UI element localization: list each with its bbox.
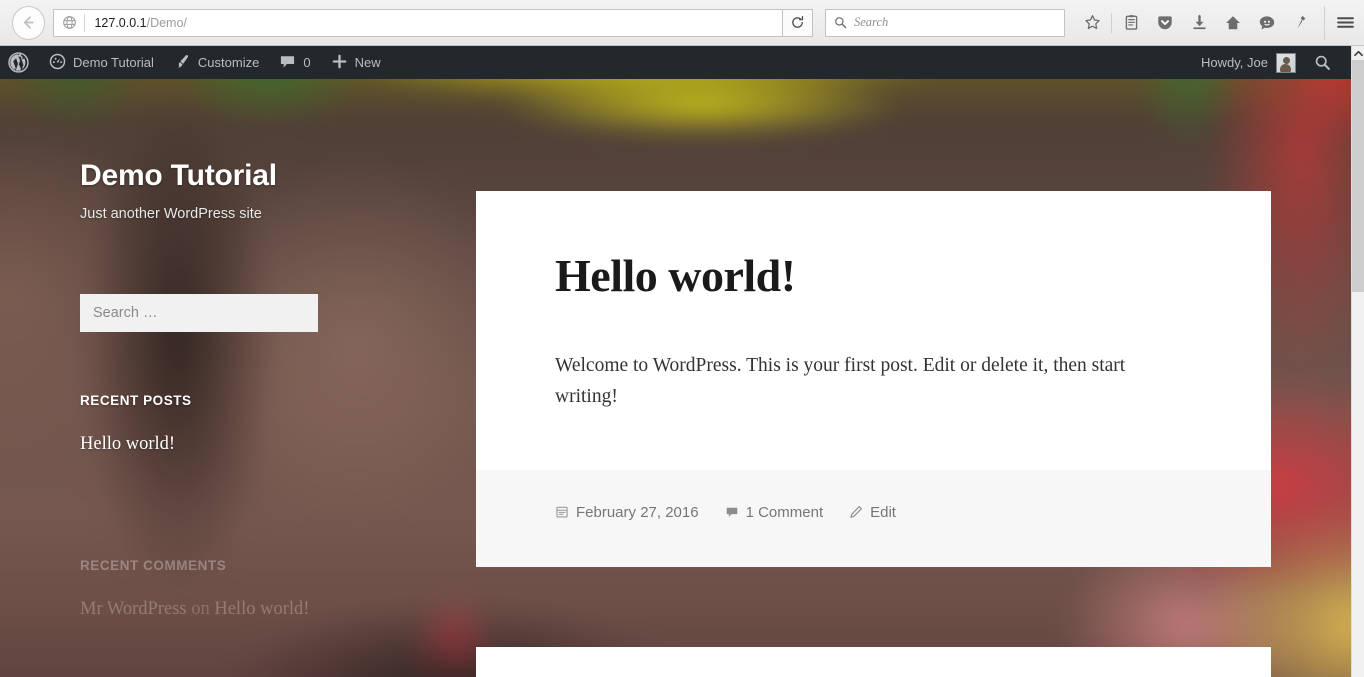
search-icon — [1315, 55, 1330, 70]
scrollbar-thumb[interactable] — [1352, 60, 1364, 292]
wp-admin-bar: Demo Tutorial Customize 0 New Howdy, Joe — [0, 46, 1351, 79]
search-input[interactable] — [80, 294, 318, 332]
page-scrollbar[interactable] — [1351, 46, 1364, 677]
post-comments-link[interactable]: 1 Comment — [725, 503, 824, 521]
admin-bar-site-name[interactable]: Demo Tutorial — [39, 46, 164, 79]
chevron-up-icon — [1354, 50, 1363, 56]
url-path: /Demo/ — [146, 15, 187, 30]
wordpress-logo-icon — [8, 52, 29, 73]
site-title[interactable]: Demo Tutorial — [80, 159, 420, 193]
admin-bar-wp-logo[interactable] — [0, 46, 39, 79]
post-edit-text: Edit — [870, 503, 896, 521]
site-content: Demo Tutorial Just another WordPress sit… — [0, 79, 1351, 677]
admin-bar-comments[interactable]: 0 — [269, 46, 320, 79]
dashboard-icon — [49, 53, 66, 73]
hamburger-menu-icon[interactable] — [1324, 5, 1358, 40]
bookmark-star-icon[interactable] — [1075, 6, 1109, 40]
post-date-text: February 27, 2016 — [576, 503, 699, 521]
card-spacer — [476, 567, 1271, 647]
post-date-link[interactable]: February 27, 2016 — [555, 504, 699, 521]
search-widget — [80, 294, 420, 332]
comment-bubble-icon — [279, 53, 296, 73]
admin-bar-new-label: New — [354, 55, 381, 70]
main-content: Hello world! Welcome to WordPress. This … — [476, 191, 1271, 677]
search-icon — [834, 16, 847, 29]
chat-icon[interactable] — [1250, 6, 1284, 40]
reader-list-icon[interactable] — [1114, 6, 1148, 40]
widget-title-recent-posts: RECENT POSTS — [80, 393, 192, 408]
post-body: Hello world! Welcome to WordPress. This … — [476, 191, 1271, 470]
admin-bar-comments-count: 0 — [303, 55, 311, 70]
post-meta-footer: February 27, 2016 1 Comment Edit — [476, 469, 1271, 567]
widget-title-recent-comments: RECENT COMMENTS — [80, 558, 227, 573]
admin-bar-my-account[interactable]: Howdy, Joe — [1193, 52, 1304, 73]
home-icon[interactable] — [1216, 6, 1250, 40]
recent-post-link[interactable]: Hello world! — [80, 434, 420, 455]
back-arrow-icon — [24, 16, 34, 29]
admin-bar-right-group: Howdy, Joe — [1193, 52, 1351, 73]
admin-bar-site-name-label: Demo Tutorial — [73, 55, 154, 70]
post-title[interactable]: Hello world! — [555, 250, 1192, 302]
comment-author-link[interactable]: Mr WordPress — [80, 599, 187, 619]
browser-toolbar-icons — [1075, 5, 1358, 40]
reload-icon — [792, 16, 804, 28]
admin-bar-search[interactable] — [1304, 54, 1345, 71]
page-viewport: Demo Tutorial Just another WordPress sit… — [0, 46, 1351, 677]
site-description: Just another WordPress site — [80, 206, 262, 222]
browser-search-bar[interactable]: Search — [825, 8, 1065, 37]
admin-bar-howdy-label: Howdy, Joe — [1201, 55, 1268, 70]
recent-comment-item: Mr WordPress on Hello world! — [80, 599, 420, 620]
admin-bar-new[interactable]: New — [321, 46, 391, 79]
browser-search-placeholder: Search — [854, 15, 889, 29]
globe-icon[interactable] — [54, 15, 84, 30]
post-comments-text: 1 Comment — [745, 503, 824, 521]
toolbar-divider — [1111, 12, 1112, 33]
admin-bar-customize-label: Customize — [197, 55, 260, 70]
paintbrush-icon — [174, 53, 191, 73]
comment-post-link[interactable]: Hello world! — [214, 599, 309, 619]
pocket-icon[interactable] — [1148, 6, 1182, 40]
back-button[interactable] — [12, 5, 46, 40]
post-content: Welcome to WordPress. This is your first… — [555, 354, 1126, 408]
post-card-next — [476, 646, 1271, 677]
sync-pin-icon[interactable] — [1284, 6, 1318, 40]
admin-bar-customize[interactable]: Customize — [164, 46, 269, 79]
comment-bubble-icon — [725, 505, 739, 519]
plus-icon — [331, 53, 348, 73]
post-card: Hello world! Welcome to WordPress. This … — [476, 191, 1271, 567]
pencil-icon — [849, 505, 863, 519]
widget-recent-comments: RECENT COMMENTS Mr WordPress on Hello wo… — [80, 558, 420, 620]
reload-button[interactable] — [783, 8, 813, 37]
comment-on-label: on — [191, 599, 210, 619]
downloads-icon[interactable] — [1182, 6, 1216, 40]
url-text[interactable]: 127.0.0.1/Demo/ — [85, 16, 782, 30]
calendar-icon — [555, 505, 569, 519]
scrollbar-up-button[interactable] — [1352, 46, 1364, 60]
widget-recent-posts: RECENT POSTS Hello world! — [80, 393, 420, 455]
sidebar: Demo Tutorial Just another WordPress sit… — [80, 79, 420, 620]
url-host: 127.0.0.1 — [94, 15, 147, 30]
browser-toolbar: 127.0.0.1/Demo/ Search — [0, 0, 1364, 46]
url-bar[interactable]: 127.0.0.1/Demo/ — [53, 8, 784, 37]
avatar — [1276, 52, 1296, 73]
post-edit-link[interactable]: Edit — [849, 504, 896, 521]
